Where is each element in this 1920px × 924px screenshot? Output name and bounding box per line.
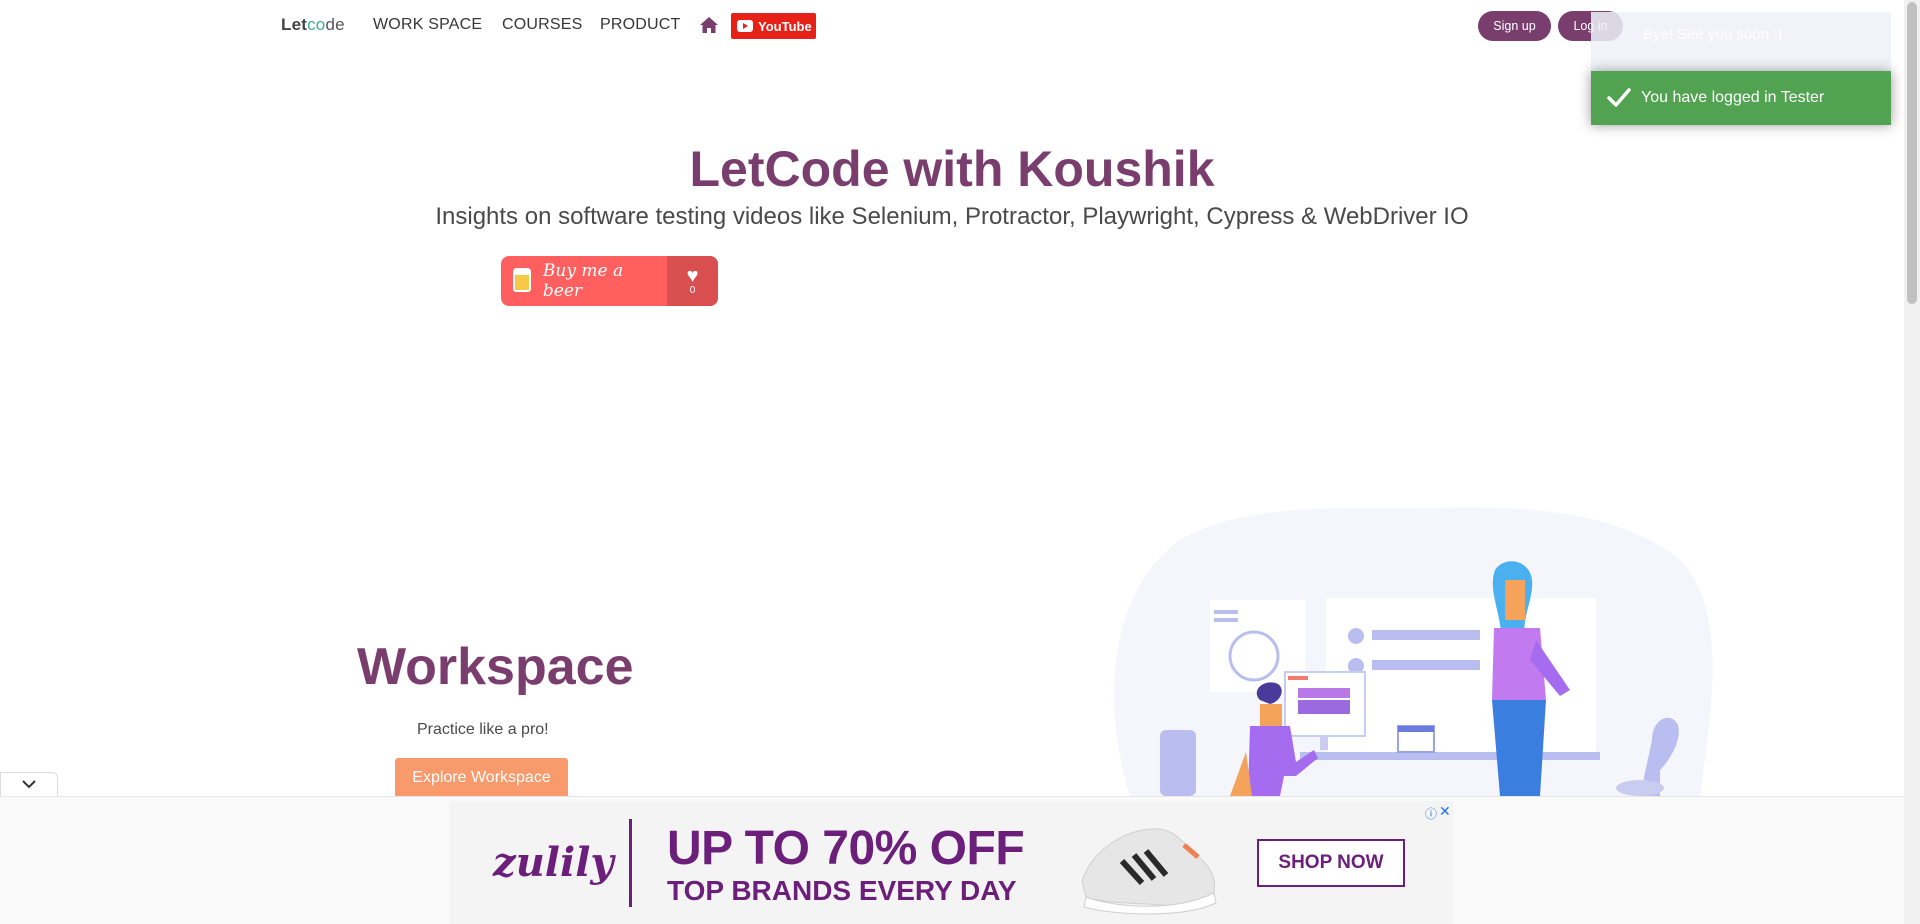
workspace-subtitle: Practice like a pro! bbox=[417, 721, 549, 738]
beer-mug-icon bbox=[513, 268, 531, 292]
buy-me-a-beer-button[interactable]: Buy me a beer ♥ 0 bbox=[501, 256, 718, 306]
chevron-down-icon bbox=[22, 780, 36, 789]
ad-headline: UP TO 70% OFF bbox=[667, 822, 1025, 875]
home-icon[interactable] bbox=[699, 16, 719, 34]
beer-label: Buy me a beer bbox=[542, 261, 624, 301]
hero-subtitle: Insights on software testing videos like… bbox=[435, 203, 1469, 230]
brand-co: co bbox=[307, 15, 326, 34]
ad-info-icon[interactable]: ⓘ bbox=[1425, 805, 1437, 822]
ad-logo: zulily bbox=[493, 839, 614, 886]
workspace-illustration bbox=[1114, 507, 1713, 796]
nav-courses[interactable]: COURSES bbox=[502, 16, 583, 34]
brand-de: de bbox=[325, 15, 345, 34]
ad-bar: zulily UP TO 70% OFF TOP BRANDS EVERY DA… bbox=[0, 796, 1904, 924]
toast-fading[interactable]: Bye! See you soon :) bbox=[1591, 12, 1891, 76]
explore-workspace-button[interactable]: Explore Workspace bbox=[395, 758, 568, 798]
beer-counter: ♥ 0 bbox=[667, 256, 718, 306]
brand-let: Let bbox=[281, 15, 308, 34]
ad-tagline: TOP BRANDS EVERY DAY bbox=[667, 875, 1017, 906]
page-scrollbar[interactable] bbox=[1904, 0, 1920, 924]
youtube-button[interactable]: YouTube bbox=[731, 13, 816, 39]
ad-divider bbox=[629, 819, 632, 907]
ad-banner[interactable]: zulily UP TO 70% OFF TOP BRANDS EVERY DA… bbox=[449, 801, 1453, 924]
toast-fading-message: Bye! See you soon :) bbox=[1643, 26, 1783, 43]
workspace-title: Workspace bbox=[357, 638, 634, 696]
ad-collapse-toggle[interactable] bbox=[0, 772, 58, 796]
ad-close-icon[interactable]: ✕ bbox=[1439, 803, 1451, 820]
nav-product[interactable]: PRODUCT bbox=[600, 16, 681, 34]
brand-logo[interactable]: Letcode bbox=[281, 15, 345, 35]
signup-button[interactable]: Sign up bbox=[1478, 11, 1551, 41]
beer-count: 0 bbox=[689, 284, 696, 296]
youtube-play-icon bbox=[737, 20, 753, 32]
nav-work-space[interactable]: WORK SPACE bbox=[373, 16, 482, 34]
scrollbar-thumb[interactable] bbox=[1907, 2, 1917, 304]
heart-icon: ♥ bbox=[686, 264, 699, 287]
youtube-label: YouTube bbox=[758, 18, 812, 34]
toast-success-message: You have logged in Tester bbox=[1641, 89, 1825, 106]
toast-success[interactable]: You have logged in Tester bbox=[1591, 71, 1891, 125]
sneaker-image bbox=[1081, 828, 1217, 915]
checkmark-icon bbox=[1607, 88, 1631, 107]
hero-title: LetCode with Koushik bbox=[689, 141, 1215, 197]
beer-main: Buy me a beer bbox=[501, 256, 667, 306]
ad-shop-now-button[interactable]: SHOP NOW bbox=[1257, 839, 1405, 887]
